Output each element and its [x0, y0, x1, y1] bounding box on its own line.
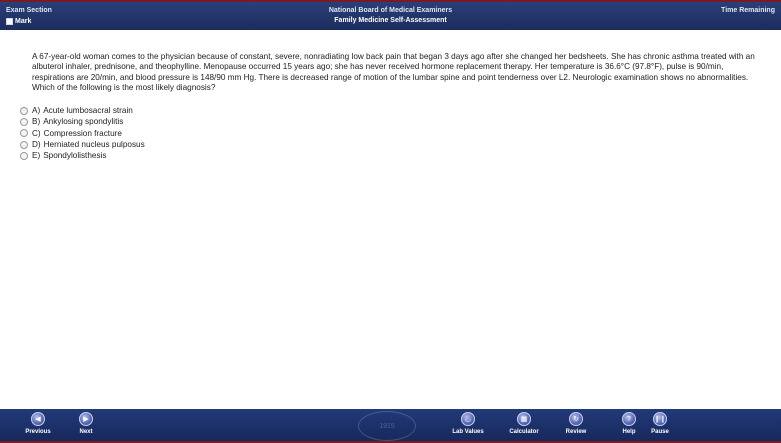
- previous-label: Previous: [25, 429, 51, 435]
- nbme-seal: 1915: [358, 411, 416, 441]
- answer-option-a[interactable]: A) Acute lumbosacral strain: [20, 105, 145, 116]
- pause-label: Pause: [651, 429, 669, 435]
- arrow-left-icon: ◀: [31, 412, 45, 426]
- answer-option-e[interactable]: E) Spondylolisthesis: [20, 150, 145, 161]
- calculator-button[interactable]: ▦ Calculator: [504, 412, 544, 441]
- next-button[interactable]: ▶ Next: [66, 412, 106, 441]
- question-stem: A 67-year-old woman comes to the physici…: [32, 52, 755, 93]
- help-label: Help: [622, 429, 636, 435]
- review-icon: ↻: [569, 412, 583, 426]
- answer-text: Acute lumbosacral strain: [43, 106, 133, 116]
- previous-button[interactable]: ◀ Previous: [18, 412, 58, 441]
- answer-text: Compression fracture: [43, 128, 122, 138]
- answer-letter: C): [32, 128, 41, 138]
- radio-button[interactable]: [20, 117, 28, 126]
- answer-text: Ankylosing spondylitis: [43, 117, 124, 127]
- exam-header: Exam Section Mark National Board of Medi…: [0, 0, 781, 30]
- lab-flask-icon: ◡: [461, 412, 475, 426]
- radio-button[interactable]: [20, 151, 28, 160]
- calculator-icon: ▦: [517, 412, 531, 426]
- next-label: Next: [79, 429, 93, 435]
- lab-values-label: Lab Values: [452, 429, 484, 435]
- seal-year: 1915: [379, 422, 395, 430]
- review-label: Review: [565, 429, 587, 435]
- exam-title: Family Medicine Self-Assessment: [334, 17, 447, 24]
- navigation-footer: 1915 ◀ Previous ▶ Next ◡ Lab Values ▦ Ca…: [0, 409, 781, 443]
- org-name: National Board of Medical Examiners: [328, 7, 453, 14]
- pause-button[interactable]: ❙❙ Pause: [640, 412, 680, 441]
- answer-letter: B): [32, 117, 41, 127]
- pause-icon: ❙❙: [653, 412, 667, 426]
- answer-letter: D): [32, 140, 41, 150]
- radio-button[interactable]: [20, 140, 28, 149]
- arrow-right-icon: ▶: [79, 412, 93, 426]
- answer-option-b[interactable]: B) Ankylosing spondylitis: [20, 116, 145, 127]
- calculator-label: Calculator: [509, 429, 539, 435]
- lab-values-button[interactable]: ◡ Lab Values: [448, 412, 488, 441]
- review-button[interactable]: ↻ Review: [556, 412, 596, 441]
- answer-text: Herniated nucleus pulposus: [43, 140, 145, 150]
- answer-text: Spondylolisthesis: [43, 151, 107, 161]
- answer-letter: E): [32, 151, 41, 161]
- answer-option-d[interactable]: D) Herniated nucleus pulposus: [20, 139, 145, 150]
- answer-letter: A): [32, 106, 41, 116]
- help-icon: ?: [622, 412, 636, 426]
- answer-list: A) Acute lumbosacral strain B) Ankylosin…: [20, 105, 145, 161]
- radio-button[interactable]: [20, 106, 28, 115]
- time-remaining-label: Time Remaining: [721, 7, 775, 14]
- answer-option-c[interactable]: C) Compression fracture: [20, 128, 145, 139]
- radio-button[interactable]: [20, 129, 28, 138]
